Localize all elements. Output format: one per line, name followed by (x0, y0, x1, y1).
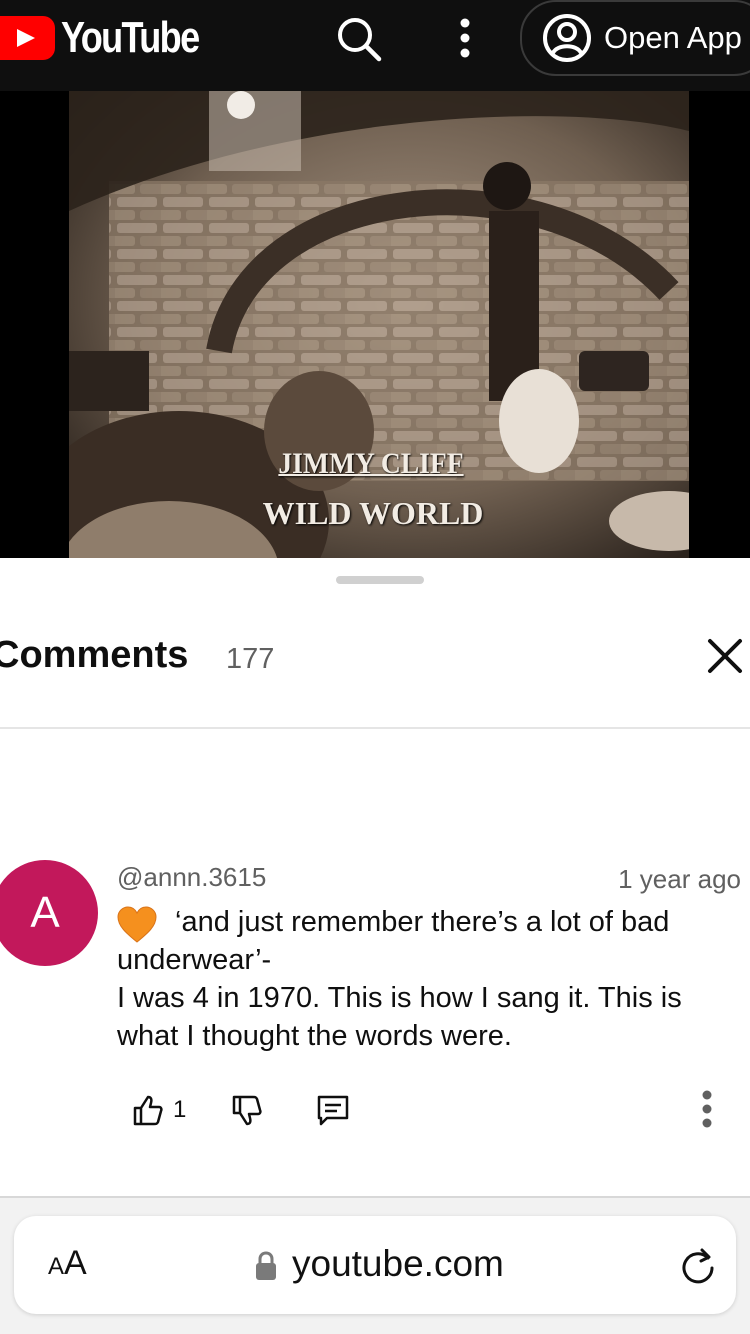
youtube-logo[interactable]: YouTube (0, 13, 229, 62)
comments-title: Comments (0, 634, 189, 676)
comment-author[interactable]: @annn.3615 (117, 862, 266, 893)
dislike-button[interactable] (230, 1090, 264, 1130)
thumbs-up-icon (133, 1095, 163, 1126)
close-icon[interactable] (702, 633, 748, 679)
reply-button[interactable] (315, 1090, 351, 1130)
reload-icon[interactable] (678, 1246, 718, 1286)
browser-toolbar: AA youtube.com (0, 1198, 750, 1334)
search-icon[interactable] (334, 14, 382, 62)
comment-body: ‘and just remember there’s a lot of bad … (117, 903, 737, 1055)
logo-text: YouTube (61, 13, 200, 62)
address-bar[interactable]: AA youtube.com (14, 1216, 736, 1314)
like-count: 1 (173, 1096, 187, 1123)
text-size-button[interactable]: AA (48, 1244, 87, 1283)
comments-count: 177 (226, 643, 275, 675)
thumbs-down-icon (232, 1095, 262, 1126)
video-caption-artist: JIMMY CLIFF (278, 447, 464, 480)
open-app-button[interactable]: Open App (520, 0, 750, 76)
lock-icon (256, 1251, 276, 1280)
youtube-play-icon (0, 16, 55, 60)
comment-line-4: what I thought the words were. (117, 1020, 512, 1052)
video-thumbnail-scene (69, 91, 689, 558)
comment-line-3: I was 4 in 1970. This is how I sang it. … (117, 982, 682, 1014)
avatar[interactable]: A (0, 860, 98, 966)
open-app-label: Open App (604, 20, 742, 55)
url-text[interactable]: youtube.com (292, 1243, 504, 1285)
video-frame: JIMMY CLIFF WILD WORLD (69, 91, 689, 558)
header-divider (0, 727, 750, 729)
more-vert-icon[interactable] (441, 14, 489, 62)
video-player[interactable]: JIMMY CLIFF WILD WORLD (0, 91, 750, 558)
video-caption-song: WILD WORLD (262, 495, 484, 531)
comment-line-1: ‘and just remember there’s a lot of bad (175, 906, 670, 938)
reply-icon (317, 1095, 349, 1126)
like-button[interactable]: 1 (131, 1090, 186, 1130)
sheet-drag-handle[interactable] (336, 576, 424, 584)
comment-line-2: underwear’- (117, 944, 272, 976)
more-vert-icon[interactable] (690, 1088, 724, 1132)
top-app-bar: YouTube Open App (0, 0, 750, 91)
account-circle-icon (543, 14, 591, 62)
comment-timestamp: 1 year ago (618, 864, 741, 894)
